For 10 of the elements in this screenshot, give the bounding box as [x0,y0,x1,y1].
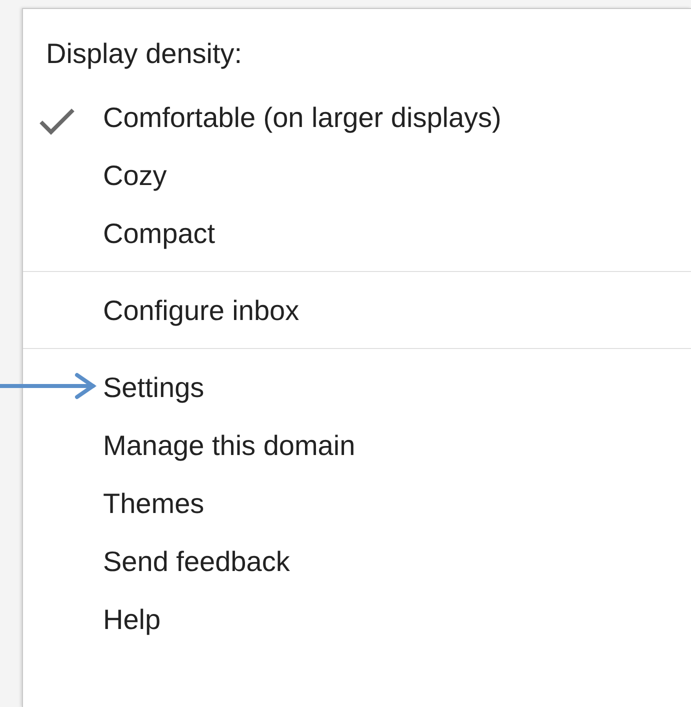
menu-option[interactable]: Cozy [103,162,167,190]
menu-item[interactable]: Themes [103,490,204,518]
menu-heading: Display density: [46,40,242,68]
menu-item[interactable]: Help [103,606,161,634]
menu-item[interactable]: Send feedback [103,548,290,576]
menu-option[interactable]: Compact [103,220,216,248]
menu-item[interactable]: Manage this domain [103,432,356,460]
menu-option[interactable]: Comfortable (on larger displays) [103,104,502,132]
menu-item[interactable]: Configure inbox [103,297,300,325]
menu-item[interactable]: Settings [103,374,204,402]
